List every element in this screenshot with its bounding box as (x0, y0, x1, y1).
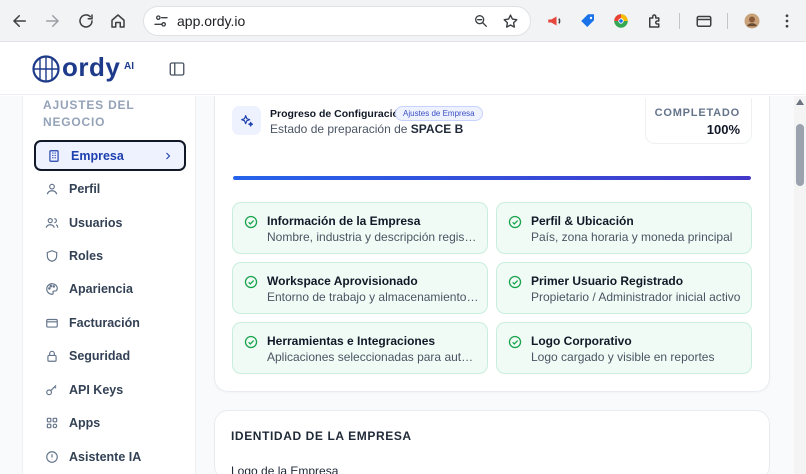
step-title: Logo Corporativo (531, 334, 632, 348)
identity-section-title: IDENTIDAD DE LA EMPRESA (231, 429, 412, 443)
sidebar-heading: AJUSTES DEL NEGOCIO (43, 98, 135, 129)
sidebar-item-label: Apariencia (69, 281, 133, 296)
step-card: Workspace Aprovisionado Entorno de traba… (232, 262, 488, 314)
sidebar-item-label: Apps (69, 415, 101, 430)
step-description: Entorno de trabajo y almacenamiento list… (267, 290, 479, 304)
users-icon (44, 215, 59, 230)
sidebar-item-label: Perfil (69, 181, 101, 196)
profile-avatar-icon[interactable] (742, 11, 762, 31)
sidebar-item-label: Usuarios (69, 215, 123, 230)
sidebar-item-apps[interactable]: Apps (34, 407, 186, 438)
step-card: Información de la Empresa Nombre, indust… (232, 202, 488, 254)
sidebar-item-perfil[interactable]: Perfil (34, 173, 186, 204)
progress-bar-fill (233, 176, 751, 180)
toolbar-divider (679, 13, 680, 29)
progress-title: Progreso de Configuración (270, 108, 406, 120)
completion-label: COMPLETADO (654, 107, 740, 119)
reload-icon[interactable] (74, 9, 98, 33)
address-bar[interactable]: app.ordy.io (143, 6, 531, 36)
sidebar-item-label: Empresa (71, 148, 124, 163)
sidebar-item-label: Seguridad (69, 348, 131, 363)
step-title: Perfil & Ubicación (531, 214, 634, 228)
step-description: Propietario / Administrador inicial acti… (531, 290, 741, 304)
step-title: Información de la Empresa (267, 214, 421, 228)
progress-subtitle-prefix: Estado de preparación de (270, 122, 408, 136)
step-title: Workspace Aprovisionado (267, 274, 418, 288)
site-settings-icon[interactable] (152, 12, 170, 30)
assistant-icon (44, 449, 59, 464)
workspace-name: SPACE B (410, 122, 464, 136)
completion-status: COMPLETADO 100% (645, 98, 752, 144)
step-card: Primer Usuario Registrado Propietario / … (496, 262, 752, 314)
check-circle-icon (508, 215, 522, 229)
step-title: Herramientas e Integraciones (267, 334, 436, 348)
step-description: Nombre, industria y descripción registra… (267, 230, 479, 244)
sidebar-item-empresa[interactable]: Empresa (34, 140, 186, 171)
credit-card-icon (44, 315, 59, 330)
back-icon[interactable] (8, 9, 32, 33)
scrollbar-thumb[interactable] (796, 124, 804, 186)
step-card: Herramientas e Integraciones Aplicacione… (232, 322, 488, 374)
chrome-extension-icon[interactable] (611, 11, 631, 31)
sidebar-item-label: Asistente IA (69, 449, 142, 464)
check-circle-icon (244, 215, 258, 229)
completion-value: 100% (706, 122, 740, 137)
sidebar-item-api-keys[interactable]: API Keys (34, 374, 186, 405)
sidebar-item-facturacion[interactable]: Facturación (34, 307, 186, 338)
zoom-icon[interactable] (472, 12, 490, 30)
bookmark-star-icon[interactable] (501, 12, 519, 30)
browser-toolbar: app.ordy.io (0, 0, 806, 42)
sidebar-item-seguridad[interactable]: Seguridad (34, 340, 186, 371)
sidebar-item-label: Roles (69, 248, 104, 263)
chevron-right-icon (166, 152, 171, 160)
logo-suffix: AI (124, 61, 134, 72)
home-icon[interactable] (106, 9, 130, 33)
menu-kebab-icon[interactable] (777, 11, 797, 31)
forward-icon[interactable] (40, 9, 64, 33)
sidebar-item-label: API Keys (69, 382, 124, 397)
logo-text: ordy (62, 52, 121, 82)
sidebar-item-asistente-ia[interactable]: Asistente IA (34, 441, 186, 472)
scroll-up-arrow-icon[interactable] (795, 98, 805, 106)
logo-field-label: Logo de la Empresa (231, 464, 339, 474)
step-card: Perfil & Ubicación País, zona horaria y … (496, 202, 752, 254)
step-description: Aplicaciones seleccionadas para automati… (267, 350, 479, 364)
check-circle-icon (244, 275, 258, 289)
sidebar-toggle-icon[interactable] (168, 60, 186, 78)
palette-icon (44, 281, 59, 296)
step-description: Logo cargado y visible en reportes (531, 350, 715, 364)
progress-subtitle: Estado de preparación de SPACE B (270, 122, 463, 136)
step-description: País, zona horaria y moneda principal (531, 230, 733, 244)
sidebar-item-roles[interactable]: Roles (34, 240, 186, 271)
check-circle-icon (508, 275, 522, 289)
settings-sidebar: AJUSTES DEL NEGOCIO Empresa Perfil Usuar… (22, 96, 196, 474)
step-title: Primer Usuario Registrado (531, 274, 684, 288)
sidebar-item-label: Facturación (69, 315, 140, 330)
toolbar-divider (727, 13, 728, 29)
url-text[interactable]: app.ordy.io (177, 13, 245, 29)
sidebar-item-apariencia[interactable]: Apariencia (34, 273, 186, 304)
progress-bar (233, 176, 751, 180)
check-circle-icon (508, 335, 522, 349)
settings-badge: Ajustes de Empresa (395, 106, 483, 121)
building-icon (46, 148, 61, 163)
ordy-logo-icon (32, 55, 60, 83)
megaphone-extension-icon[interactable] (545, 11, 565, 31)
step-card: Logo Corporativo Logo cargado y visible … (496, 322, 752, 374)
apps-icon (44, 415, 59, 430)
tag-extension-icon[interactable] (578, 11, 598, 31)
puzzle-extensions-icon[interactable] (645, 11, 665, 31)
sidebar-item-usuarios[interactable]: Usuarios (34, 207, 186, 238)
check-circle-icon (244, 335, 258, 349)
app-header: ordy AI (0, 43, 806, 95)
lock-icon (44, 348, 59, 363)
key-icon (44, 382, 59, 397)
shield-icon (44, 248, 59, 263)
sparkle-icon (232, 106, 261, 135)
user-icon (44, 181, 59, 196)
payment-card-icon[interactable] (694, 11, 714, 31)
